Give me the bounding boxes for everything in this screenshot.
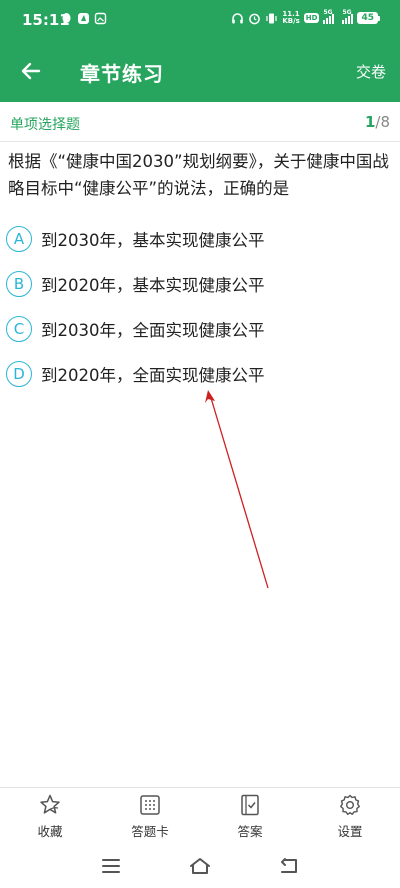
menu-icon xyxy=(102,859,120,873)
nav-favorite[interactable]: 收藏 xyxy=(0,788,100,845)
option-text: 到2030年，全面实现健康公平 xyxy=(41,320,265,340)
nav-label: 答案 xyxy=(237,824,263,839)
arrow-left-icon xyxy=(21,62,41,80)
image-notification-icon xyxy=(94,12,107,25)
system-nav-bar xyxy=(0,845,400,888)
options-list: A 到2030年，基本实现健康公平 B 到2020年，基本实现健康公平 C 到2… xyxy=(6,216,394,396)
gear-icon xyxy=(340,794,360,815)
back-system-button[interactable] xyxy=(276,853,302,879)
menu-button[interactable] xyxy=(98,853,124,879)
question-type-label: 单项选择题 xyxy=(10,117,80,133)
status-bar: 15:11 11.1 KB/s HD 5G 5G 45 xyxy=(0,0,400,40)
option-text: 到2020年，全面实现健康公平 xyxy=(41,365,265,385)
app-notification-icon xyxy=(78,13,89,24)
nav-label: 设置 xyxy=(337,824,363,839)
nav-answer[interactable]: 答案 xyxy=(200,788,300,845)
status-right: 11.1 KB/s HD 5G 5G 45 xyxy=(231,9,380,25)
progress-total: /8 xyxy=(375,113,390,131)
progress-current: 1 xyxy=(364,113,376,131)
back-button[interactable] xyxy=(14,54,48,88)
home-icon xyxy=(190,858,210,874)
return-icon xyxy=(281,858,297,873)
option-letter-badge: B xyxy=(6,270,32,297)
submit-exam-button[interactable]: 交卷 xyxy=(356,61,386,82)
battery-icon: 45 xyxy=(357,12,380,24)
option-d[interactable]: D 到2020年，全面实现健康公平 xyxy=(6,351,394,396)
nav-answer-sheet[interactable]: 答题卡 xyxy=(100,788,200,845)
option-b[interactable]: B 到2020年，基本实现健康公平 xyxy=(6,261,394,306)
option-letter-badge: C xyxy=(6,315,32,342)
option-c[interactable]: C 到2030年，全面实现健康公平 xyxy=(6,306,394,351)
app-bar: 章节练习 交卷 xyxy=(0,40,400,102)
question-text: 根据《“健康中国2030”规划纲要》，关于健康中国战略目标中“健康公平”的说法，… xyxy=(8,152,389,198)
option-letter-badge: D xyxy=(6,360,32,387)
page-title: 章节练习 xyxy=(80,62,164,86)
alarm-icon xyxy=(249,13,261,24)
option-a[interactable]: A 到2030年，基本实现健康公平 xyxy=(6,216,394,261)
answer-book-icon xyxy=(241,794,259,816)
signal-2-icon: 5G xyxy=(342,9,354,24)
signal-1-icon: 5G xyxy=(323,9,335,24)
question-progress: 1/8 xyxy=(365,113,390,131)
question-type-row: 单项选择题 1/8 xyxy=(0,102,400,142)
nav-settings[interactable]: 设置 xyxy=(300,788,400,845)
option-text: 到2030年，基本实现健康公平 xyxy=(41,230,265,250)
headphones-icon xyxy=(232,12,244,23)
grid-card-icon xyxy=(140,795,160,815)
home-button[interactable] xyxy=(187,853,213,879)
net-speed: 11.1 KB/s xyxy=(282,10,300,25)
bottom-nav: 收藏 答题卡 答案 设置 xyxy=(0,787,400,845)
option-letter-badge: A xyxy=(6,225,32,252)
nav-label: 答题卡 xyxy=(131,824,169,839)
star-icon xyxy=(40,794,60,814)
hd-badge: HD xyxy=(303,13,320,23)
vibrate-icon xyxy=(266,13,277,23)
option-text: 到2020年，基本实现健康公平 xyxy=(41,275,265,295)
qq-icon xyxy=(62,13,71,23)
notification-icons xyxy=(60,12,107,25)
nav-label: 收藏 xyxy=(37,824,63,839)
